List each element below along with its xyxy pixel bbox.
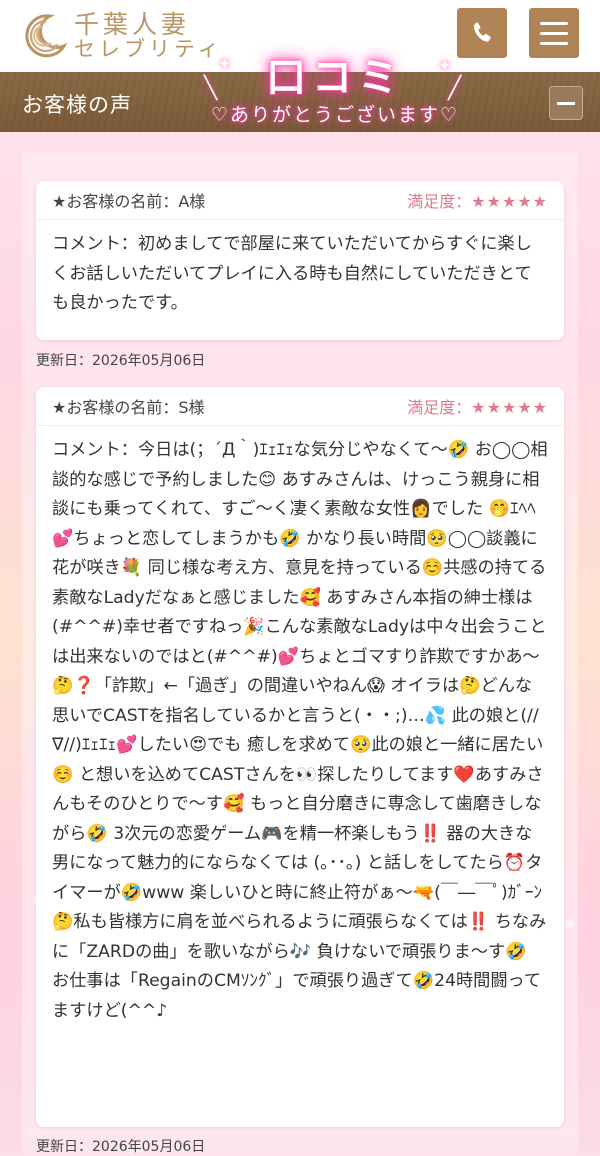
review-banner: ✦ ✦ ╲ ╱ 口コミ ♡ありがとうございます♡ bbox=[190, 54, 480, 142]
review-comment: コメント：初めましてで部屋に来ていただいてからすぐに楽しくお話しいただいてプレイ… bbox=[52, 234, 532, 313]
sparkle-icon: ✦ bbox=[218, 54, 232, 73]
review-updated-date: 更新日：2026年05月06日 bbox=[36, 353, 206, 369]
logo-title: 千葉人妻 bbox=[74, 9, 191, 39]
review-card: ★お客様の名前：A様 満足度：★★★★★ コメント：初めましてで部屋に来ていただ… bbox=[36, 181, 564, 340]
satisfaction-rating: 満足度：★★★★★ bbox=[407, 192, 548, 211]
minus-icon bbox=[557, 101, 575, 105]
banner-title: 口コミ bbox=[266, 55, 404, 101]
banner-subtitle: ♡ありがとうございます♡ bbox=[210, 104, 460, 126]
crescent-logo-icon bbox=[20, 12, 68, 60]
sparkle-icon: ✦ bbox=[438, 56, 452, 75]
collapse-button[interactable] bbox=[549, 86, 583, 120]
phone-icon bbox=[473, 22, 491, 42]
satisfaction-rating: 満足度：★★★★★ bbox=[407, 398, 548, 417]
hamburger-menu-icon bbox=[540, 21, 568, 25]
review-card: ★お客様の名前：S様 満足度：★★★★★ コメント：今日は(；´Д｀)ｴｪｴｪな… bbox=[36, 387, 564, 1127]
heart-icon: ♡ bbox=[210, 104, 230, 126]
phone-button[interactable] bbox=[457, 8, 507, 58]
customer-name: ★お客様の名前：S様 bbox=[52, 398, 205, 417]
review-updated-date: 更新日：2026年05月06日 bbox=[36, 1139, 206, 1155]
heart-icon: ♡ bbox=[440, 104, 460, 126]
customer-name: ★お客様の名前：A様 bbox=[52, 192, 206, 211]
review-comment: コメント：今日は(；´Д｀)ｴｪｴｪな気分じやなくて〜🤣 お◯◯相談的な感じで予… bbox=[52, 440, 548, 1021]
menu-button[interactable] bbox=[529, 8, 579, 58]
star-rating: ★★★★★ bbox=[471, 398, 548, 417]
star-rating: ★★★★★ bbox=[471, 192, 548, 211]
section-title: お客様の声 bbox=[22, 93, 132, 117]
sparkle-icon: ╲ bbox=[204, 76, 218, 101]
sparkle-icon: ╱ bbox=[448, 76, 462, 101]
